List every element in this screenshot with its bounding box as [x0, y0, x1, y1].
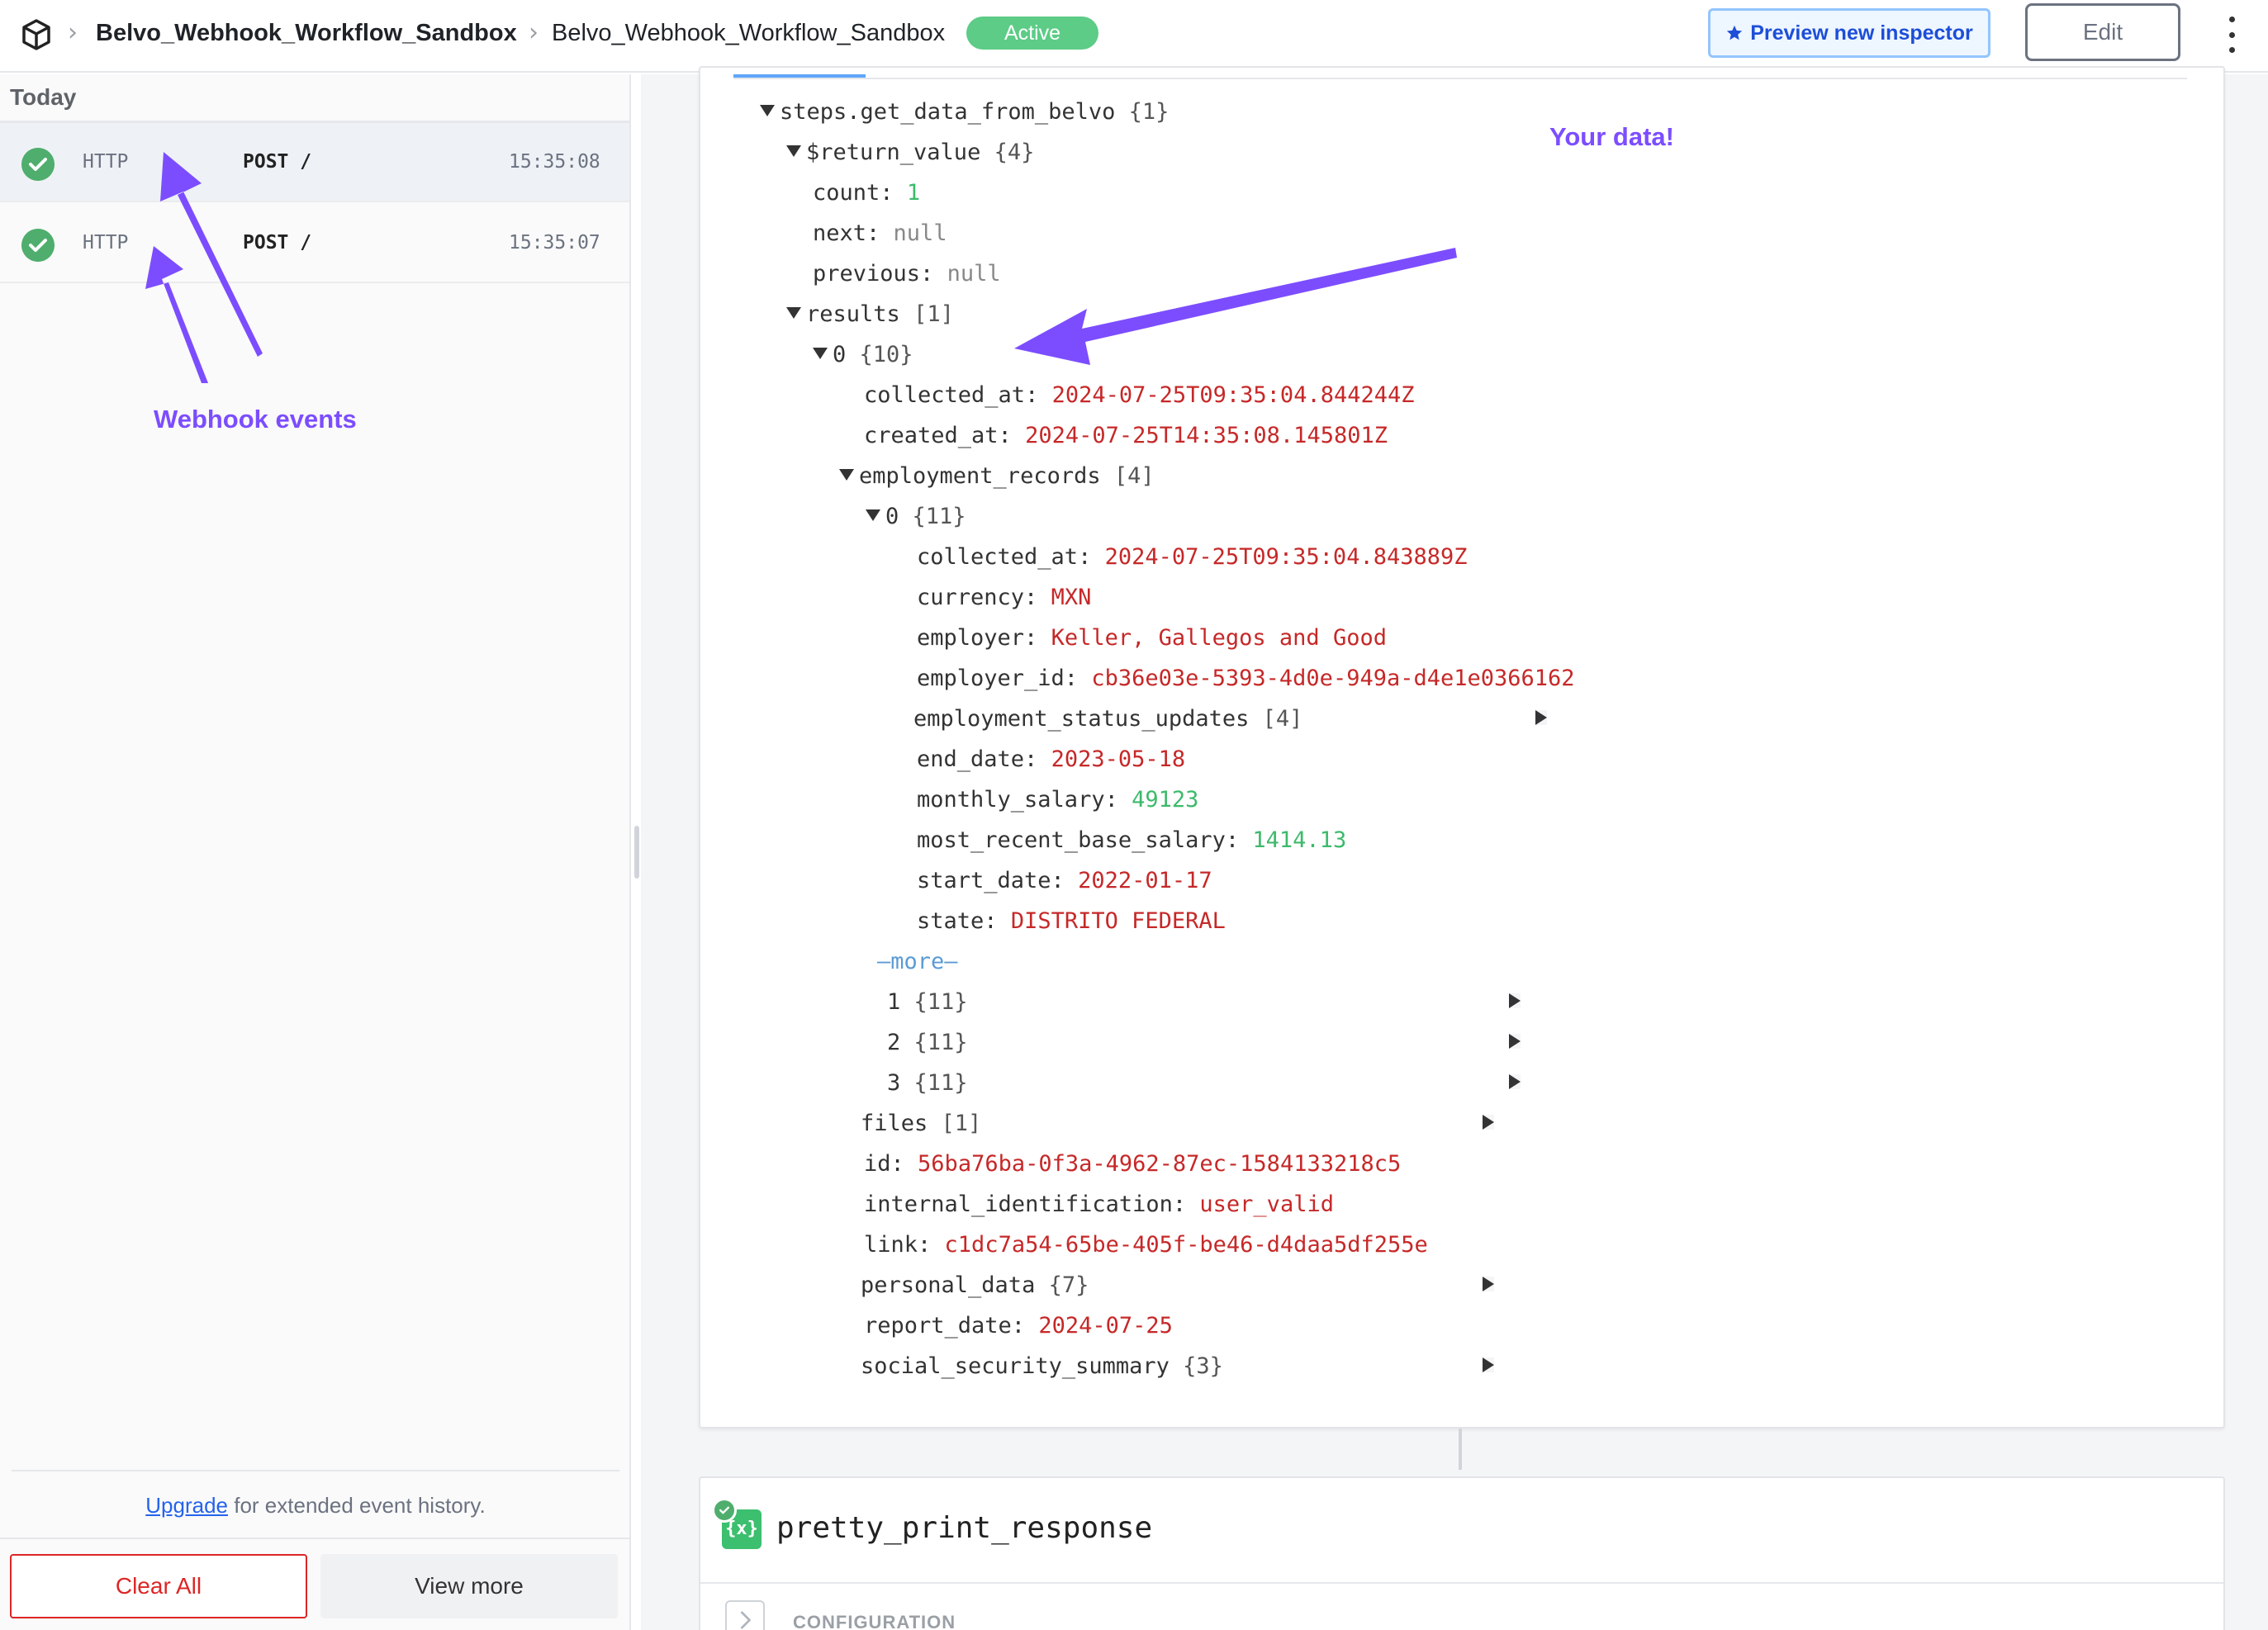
collapse-caret-icon[interactable]: [813, 347, 828, 359]
tree-node-employment-status-updates[interactable]: employment_status_updates [4]: [892, 703, 1547, 736]
event-method: POST /: [243, 232, 312, 254]
more-options-icon[interactable]: [2222, 17, 2242, 53]
tree-node-employment-records[interactable]: employment_records [4]: [839, 460, 1155, 493]
configuration-section-label: CONFIGURATION: [793, 1612, 956, 1630]
show-more-link[interactable]: —more—: [877, 945, 958, 978]
event-row[interactable]: HTTP POST / 15:35:08: [0, 123, 629, 202]
tab-divider: [733, 78, 2187, 79]
workflow-cube-icon[interactable]: [21, 18, 51, 51]
divider: [0, 1538, 631, 1539]
expand-caret-icon[interactable]: [1483, 1276, 1494, 1291]
edit-button[interactable]: Edit: [2025, 3, 2180, 61]
step-title[interactable]: pretty_print_response: [776, 1511, 1152, 1545]
expand-caret-icon[interactable]: [1483, 1114, 1494, 1130]
event-list-panel: Today HTTP POST / 15:35:08 HTTP POST / 1…: [0, 74, 631, 1630]
event-time: 15:35:08: [509, 151, 600, 173]
tree-node-files[interactable]: files [1]: [839, 1107, 1494, 1140]
event-row[interactable]: HTTP POST / 15:35:07: [0, 204, 629, 283]
collapse-caret-icon[interactable]: [866, 509, 880, 521]
tree-field-previous: previous: null: [813, 261, 1001, 287]
status-badge: Active: [966, 17, 1098, 50]
tree-field-state: state: DISTRITO FEDERAL: [917, 908, 1226, 934]
tree-field-employer-id: employer_id: cb36e03e-5393-4d0e-949a-d4e…: [917, 666, 1575, 691]
tree-field-currency: currency: MXN: [917, 585, 1092, 610]
view-more-button[interactable]: View more: [320, 1554, 618, 1618]
collapse-caret-icon[interactable]: [839, 468, 854, 481]
upgrade-note: Upgrade for extended event history.: [0, 1493, 631, 1519]
tree-field-id: id: 56ba76ba-0f3a-4962-87ec-1584133218c5: [864, 1151, 1402, 1177]
tree-node-record-1[interactable]: 1 {11}: [866, 986, 1521, 1019]
annotation-your-data: Your data!: [1549, 122, 1674, 151]
tree-node-record-0[interactable]: 0 {11}: [866, 500, 966, 533]
chevron-right-icon[interactable]: [725, 1600, 765, 1630]
tree-node-return-value[interactable]: $return_value {4}: [786, 136, 1034, 169]
tree-field-monthly-salary: monthly_salary: 49123: [917, 787, 1199, 813]
expand-caret-icon[interactable]: [1509, 993, 1521, 1008]
tree-field-count: count: 1: [813, 180, 921, 206]
tree-node-social-security-summary[interactable]: social_security_summary {3}: [839, 1350, 1494, 1383]
collapse-caret-icon[interactable]: [786, 145, 801, 157]
success-check-icon: [21, 148, 55, 181]
expand-caret-icon[interactable]: [1509, 1033, 1521, 1049]
collapse-caret-icon[interactable]: [760, 104, 775, 116]
breadcrumb-chevron-icon: ›: [529, 18, 539, 47]
tree-field-base-salary: most_recent_base_salary: 1414.13: [917, 827, 1347, 853]
section-label-today: Today: [10, 84, 77, 110]
tree-node-results[interactable]: results [1]: [786, 298, 954, 331]
tree-field-created-at: created_at: 2024-07-25T14:35:08.145801Z: [864, 423, 1388, 448]
tree-field-report-date: report_date: 2024-07-25: [864, 1313, 1173, 1339]
inspector-panel: steps.get_data_from_belvo {1} $return_va…: [641, 66, 2268, 1630]
upgrade-link[interactable]: Upgrade: [145, 1493, 228, 1518]
step-connector: [1459, 1429, 1462, 1470]
tree-field-next: next: null: [813, 220, 947, 246]
tree-node-result-0[interactable]: 0 {10}: [813, 339, 913, 372]
tree-field-record-collected-at: collected_at: 2024-07-25T09:35:04.843889…: [917, 544, 1468, 570]
divider: [700, 1582, 2223, 1584]
breadcrumb-chevron-icon: ›: [68, 18, 78, 47]
top-bar: › Belvo_Webhook_Workflow_Sandbox › Belvo…: [0, 0, 2268, 73]
tree-node-record-2[interactable]: 2 {11}: [866, 1026, 1521, 1059]
success-check-icon: [21, 229, 55, 262]
expand-caret-icon[interactable]: [1535, 709, 1547, 725]
clear-all-button[interactable]: Clear All: [10, 1554, 307, 1618]
panel-resize-handle[interactable]: [634, 826, 639, 879]
tree-field-internal-identification: internal_identification: user_valid: [864, 1192, 1334, 1217]
tree-node-root[interactable]: steps.get_data_from_belvo {1}: [760, 96, 1169, 129]
event-time: 15:35:07: [509, 232, 600, 254]
event-type: HTTP: [83, 232, 129, 254]
collapse-caret-icon[interactable]: [786, 306, 801, 319]
event-type: HTTP: [83, 151, 129, 173]
tree-node-record-3[interactable]: 3 {11}: [866, 1067, 1521, 1100]
event-method: POST /: [243, 151, 312, 173]
expand-caret-icon[interactable]: [1483, 1357, 1494, 1372]
tree-field-employer: employer: Keller, Gallegos and Good: [917, 625, 1387, 651]
divider: [12, 1470, 619, 1471]
breadcrumb-current[interactable]: Belvo_Webhook_Workflow_Sandbox: [552, 20, 945, 47]
success-check-icon: [712, 1498, 737, 1523]
breadcrumb-workflow[interactable]: Belvo_Webhook_Workflow_Sandbox: [96, 20, 517, 47]
step-export-card: steps.get_data_from_belvo {1} $return_va…: [699, 66, 2225, 1429]
preview-inspector-label: Preview new inspector: [1750, 21, 1973, 45]
step-card-pretty-print[interactable]: {x} pretty_print_response CONFIGURATION: [699, 1476, 2225, 1630]
tree-node-personal-data[interactable]: personal_data {7}: [839, 1269, 1494, 1302]
preview-inspector-button[interactable]: Preview new inspector: [1708, 8, 1990, 58]
star-icon: [1727, 25, 1743, 40]
annotation-webhook-events: Webhook events: [154, 405, 357, 434]
tree-field-start-date: start_date: 2022-01-17: [917, 868, 1212, 893]
expand-caret-icon[interactable]: [1509, 1073, 1521, 1089]
tree-field-end-date: end_date: 2023-05-18: [917, 746, 1186, 772]
tree-field-collected-at: collected_at: 2024-07-25T09:35:04.844244…: [864, 382, 1415, 408]
upgrade-text: for extended event history.: [228, 1493, 486, 1518]
tree-field-link: link: c1dc7a54-65be-405f-be46-d4daa5df25…: [864, 1232, 1428, 1258]
